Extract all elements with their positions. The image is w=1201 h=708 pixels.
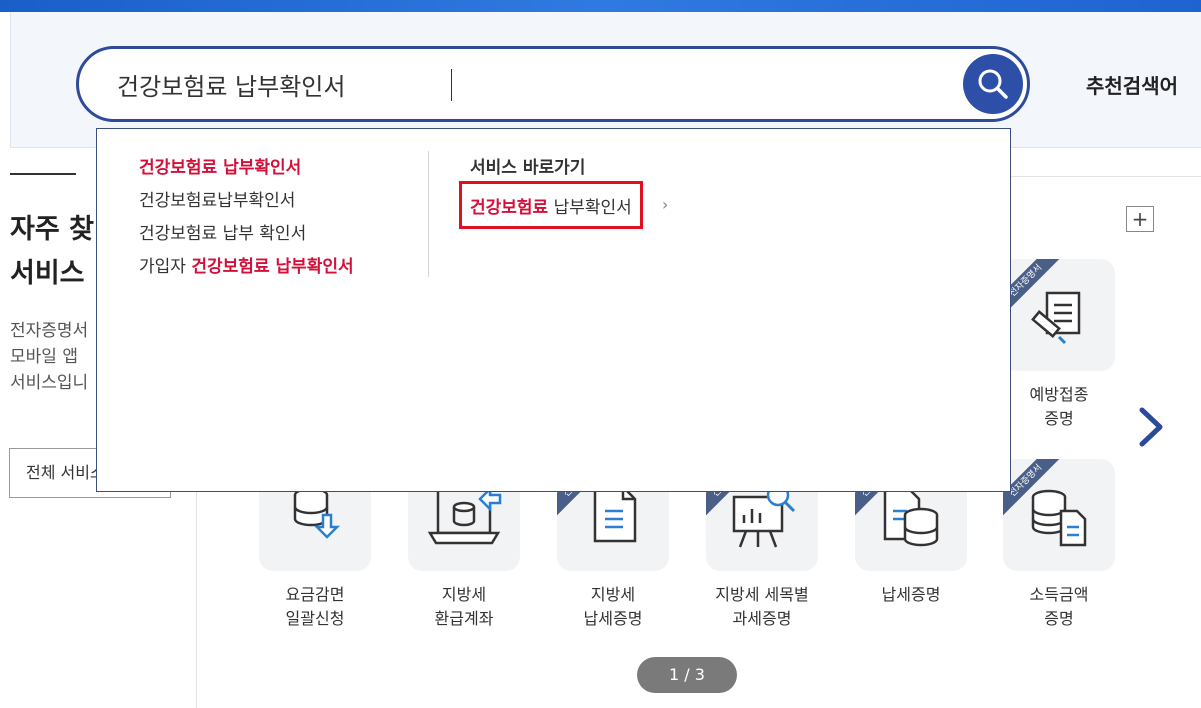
section-title-line1: 자주 찾 (10, 214, 94, 245)
tile-label-line1: 요금감면 (285, 585, 345, 604)
tile-label: 지방세 납세증명 (538, 583, 688, 631)
tile-label: 지방세 세목별 과세증명 (687, 583, 837, 631)
section-title: 자주 찾 서비스 (10, 208, 100, 296)
next-arrow-icon[interactable] (1136, 402, 1166, 452)
suggestion-item[interactable]: 가입자 건강보험료 납부확인서 (139, 252, 354, 277)
tile-label-line1: 납세증명 (881, 585, 941, 604)
section-description: 전자증명서 모바일 앱 서비스입니 (10, 318, 100, 396)
tile-label: 요금감면 일괄신청 (240, 583, 390, 631)
tile-vaccine-certificate[interactable]: 전자증명서 (1003, 259, 1115, 371)
add-icon[interactable]: + (1126, 206, 1154, 232)
chevron-right-icon: › (662, 195, 669, 214)
tile-income-cert[interactable]: 전자증명서 (1003, 459, 1115, 571)
shortcut-text: 납부확인서 (548, 197, 632, 218)
text-caret (451, 69, 452, 101)
tile-label: 소득금액 증명 (984, 583, 1134, 631)
tile-label: 납세증명 (836, 583, 986, 607)
tile-label-line2: 환급계좌 (434, 609, 494, 628)
tile-label-line2: 증명 (1044, 609, 1074, 628)
pager[interactable]: 1 / 3 (637, 657, 737, 693)
tile-label: 지방세 환급계좌 (389, 583, 539, 631)
tile-label-line2: 납세증명 (583, 609, 643, 628)
suggestion-text: 건강보험료납부확인서 (139, 191, 296, 211)
tile-label-line2: 일괄신청 (285, 609, 345, 628)
tile-label-line1: 지방세 세목별 (715, 585, 809, 604)
desc-line3: 서비스입니 (10, 373, 89, 393)
service-shortcut-link[interactable]: 건강보험료 납부확인서 (459, 181, 643, 229)
suggestion-highlight: 건강보험료 납부확인서 (139, 158, 302, 178)
desc-line1: 전자증명서 (10, 321, 89, 341)
search-icon (978, 69, 1008, 99)
autocomplete-dropdown: 건강보험료 납부확인서 건강보험료납부확인서 건강보험료 납부 확인서 가입자 … (96, 128, 1011, 492)
section-divider (10, 173, 76, 175)
suggestion-text: 건강보험료 납부 확인서 (139, 224, 307, 244)
tile-label-line1: 지방세 (590, 585, 636, 604)
tile-label-line1: 지방세 (441, 585, 487, 604)
top-bar (0, 0, 1201, 12)
desc-line2: 모바일 앱 (10, 347, 78, 367)
service-shortcut-title: 서비스 바로가기 (470, 158, 586, 178)
search-box (76, 46, 1030, 122)
suggestion-highlight: 건강보험료 납부확인서 (191, 257, 354, 277)
suggestion-item[interactable]: 건강보험료 납부 확인서 (139, 219, 306, 244)
dropdown-divider (428, 151, 429, 277)
search-input[interactable] (117, 65, 937, 103)
section-title-line2: 서비스 (10, 258, 85, 289)
tile-label-line2: 과세증명 (732, 609, 792, 628)
tile-label-line1: 소득금액 (1029, 585, 1089, 604)
recommended-search-label[interactable]: 추천검색어 (1086, 70, 1178, 99)
suggestion-item[interactable]: 건강보험료납부확인서 (139, 186, 295, 211)
search-button[interactable] (963, 54, 1023, 114)
suggestion-text: 가입자 (139, 257, 192, 277)
shortcut-highlight: 건강보험료 (470, 197, 549, 218)
suggestion-item[interactable]: 건강보험료 납부확인서 (139, 153, 301, 178)
